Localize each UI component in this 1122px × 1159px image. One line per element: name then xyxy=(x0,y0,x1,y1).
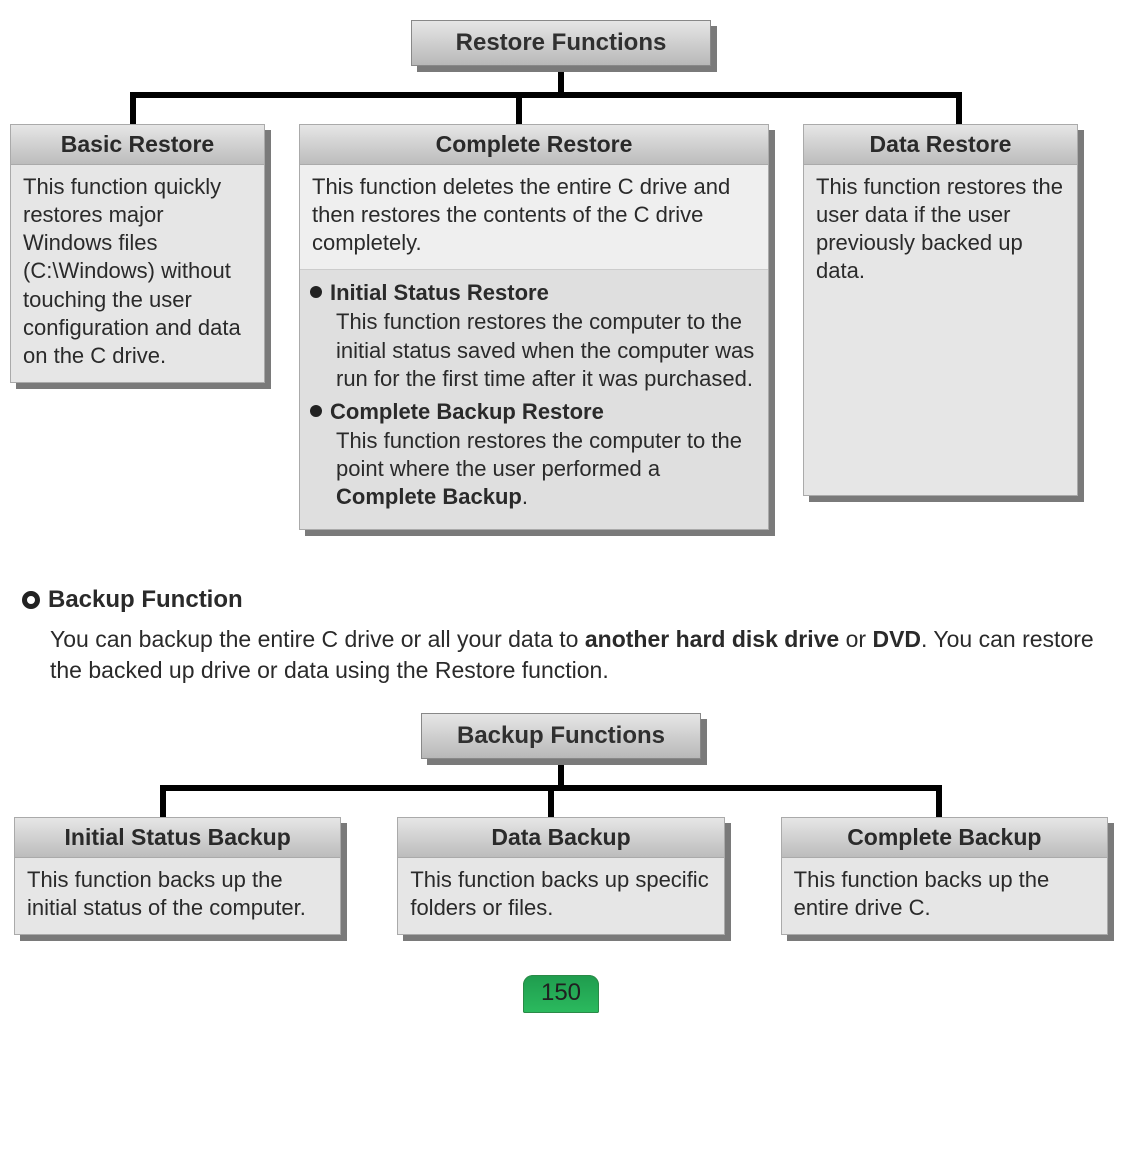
text-bold: DVD xyxy=(872,626,921,652)
card-title: Complete Restore xyxy=(300,125,768,165)
bullet-icon xyxy=(310,286,322,298)
card-title: Data Backup xyxy=(398,818,723,858)
card-body: This function backs up the entire drive … xyxy=(782,858,1107,934)
text-bold: another hard disk drive xyxy=(585,626,839,652)
text-bold: Complete Backup xyxy=(336,484,522,509)
card-title: Data Restore xyxy=(804,125,1077,165)
connector-hbar xyxy=(130,92,962,98)
card-initial-status-backup: Initial Status Backup This function back… xyxy=(14,817,341,935)
card-title: Complete Backup xyxy=(782,818,1107,858)
section-heading-backup-function: Backup Function xyxy=(22,586,1112,614)
list-item: Initial Status Restore xyxy=(310,280,758,306)
connector-line xyxy=(558,66,564,92)
connector-line xyxy=(558,759,564,785)
text: or xyxy=(839,626,872,652)
page-number: 150 xyxy=(523,975,599,1013)
sub-list: Initial Status Restore This function res… xyxy=(300,269,768,529)
backup-diagram: Backup Functions Initial Status Backup T… xyxy=(10,713,1112,935)
text: . xyxy=(522,484,528,509)
card-body: This function deletes the entire C drive… xyxy=(300,165,768,269)
section-paragraph: You can backup the entire C drive or all… xyxy=(50,624,1094,685)
card-body: This function backs up the initial statu… xyxy=(15,858,340,934)
card-data-restore: Data Restore This function restores the … xyxy=(803,124,1078,496)
heading-text: Backup Function xyxy=(48,586,243,614)
backup-root-box: Backup Functions xyxy=(421,713,701,759)
sub-title: Initial Status Restore xyxy=(330,280,549,306)
text: This function restores the computer to t… xyxy=(336,428,742,481)
list-item: Complete Backup Restore xyxy=(310,399,758,425)
disc-icon xyxy=(22,591,40,609)
card-complete-backup: Complete Backup This function backs up t… xyxy=(781,817,1108,935)
card-body: This function restores the user data if … xyxy=(804,165,1077,495)
sub-title: Complete Backup Restore xyxy=(330,399,604,425)
card-basic-restore: Basic Restore This function quickly rest… xyxy=(10,124,265,383)
card-body: This function backs up specific folders … xyxy=(398,858,723,934)
sub-desc: This function restores the computer to t… xyxy=(336,308,758,392)
text: You can backup the entire C drive or all… xyxy=(50,626,585,652)
bullet-icon xyxy=(310,405,322,417)
card-title: Basic Restore xyxy=(11,125,264,165)
sub-desc: This function restores the computer to t… xyxy=(336,427,758,511)
restore-root-box: Restore Functions xyxy=(411,20,711,66)
card-complete-restore: Complete Restore This function deletes t… xyxy=(299,124,769,530)
restore-diagram: Restore Functions Basic Restore This fun… xyxy=(10,20,1112,530)
card-title: Initial Status Backup xyxy=(15,818,340,858)
card-data-backup: Data Backup This function backs up speci… xyxy=(397,817,724,935)
connector-hbar xyxy=(160,785,942,791)
card-body: This function quickly restores major Win… xyxy=(11,165,264,382)
